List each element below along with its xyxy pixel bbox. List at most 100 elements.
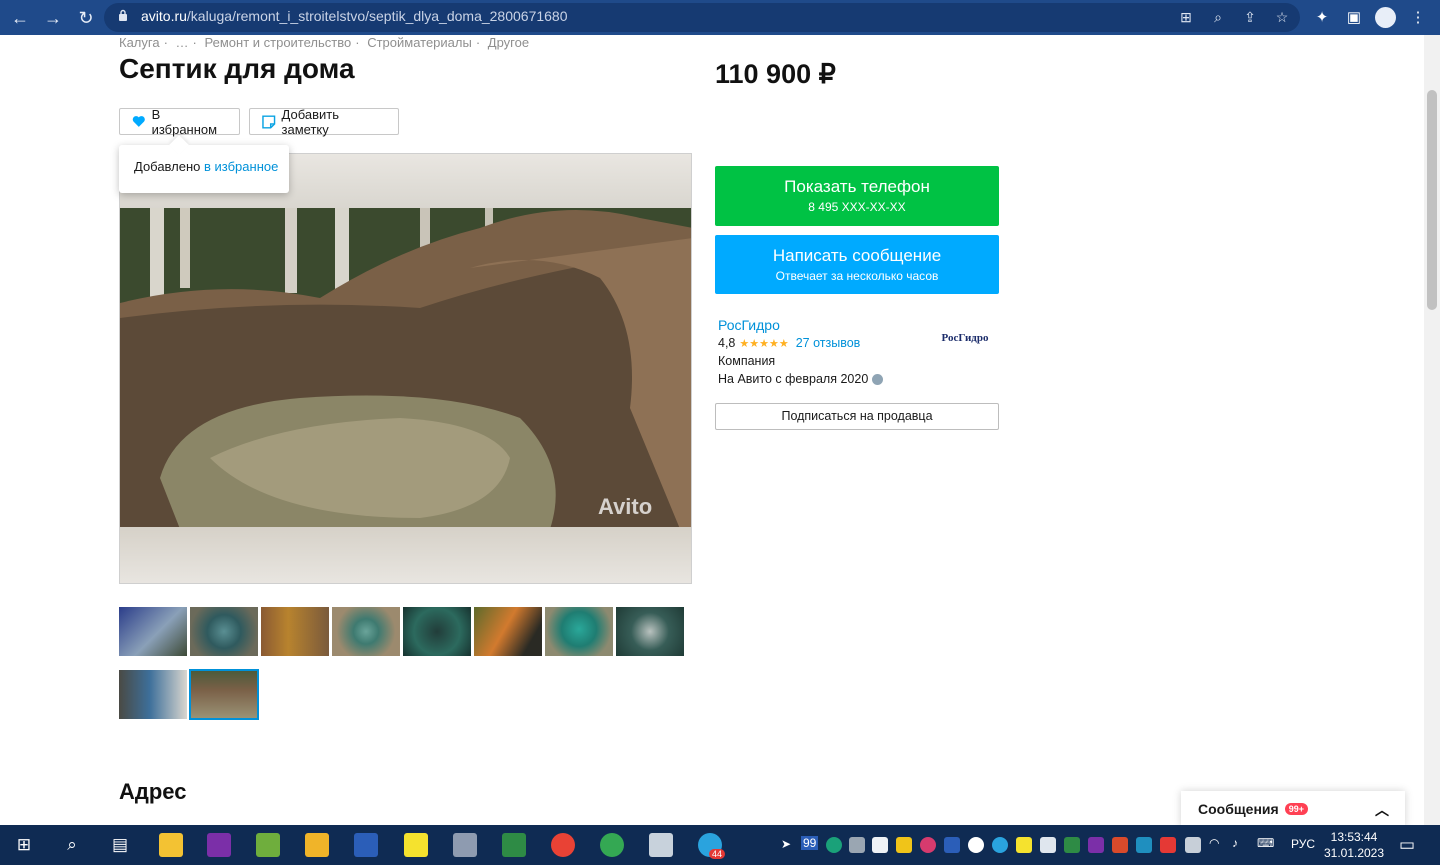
page-content: Калуга · … · Ремонт и строительство · Строй… [0,35,1424,825]
screenshot-icon[interactable] [944,837,960,853]
seller-logo[interactable]: РосГидро [932,321,998,355]
document-icon[interactable] [872,837,888,853]
sticky-tray-icon[interactable] [1016,837,1032,853]
clock-date: 31.01.2023 [1323,846,1385,860]
breadcrumb-item-subcategory[interactable]: Стройматериалы [367,35,472,50]
address-heading: Адрес [119,779,187,804]
thumbnail-6[interactable] [474,607,542,656]
breadcrumb-item-other[interactable]: Другое [488,35,529,50]
breadcrumb-item-city[interactable]: Калуга [119,35,160,50]
thumbnail-7[interactable] [545,607,613,656]
tool-icon[interactable] [1112,837,1128,853]
thumbnail-2[interactable] [190,607,258,656]
seller-type: Компания [718,354,776,368]
search-icon[interactable]: ⌕ [60,833,84,857]
add-note-button[interactable]: Добавить заметку [249,106,399,137]
favorite-button[interactable]: В избранном [119,107,240,137]
telegram-tray-icon[interactable]: ➤ [781,837,791,851]
rating-stars-icon: ★★★★★ [739,337,789,350]
windows-start-icon[interactable]: ⊞ [12,833,36,857]
photo-gallery[interactable]: Avito [119,153,692,584]
sidebar-icon[interactable]: ▣ [1344,8,1364,28]
star-icon[interactable]: ☆ [1273,8,1291,26]
forward-arrow-icon[interactable]: → [41,6,65,30]
thumbnail-3[interactable] [261,607,329,656]
scroll-thumb[interactable] [1427,90,1437,310]
browser-toolbar: ← → ↻ avito.ru/kaluga/remont_i_stroitels… [0,0,1440,35]
messages-label: Сообщения [1198,801,1279,817]
messages-badge: 99+ [1284,803,1308,815]
shield-icon[interactable] [826,837,842,853]
subscribe-button[interactable]: Подписаться на продавца [715,403,999,430]
reviews-link[interactable]: 27 отзывов [796,336,861,350]
notes-tray-icon[interactable] [896,837,912,853]
reload-icon[interactable]: ↻ [74,6,98,30]
menu-icon[interactable]: ⋮ [1408,8,1428,28]
notifications-icon[interactable]: ▭ [1395,833,1419,857]
main-photo[interactable] [120,208,692,529]
system-clock[interactable]: 13:53:44 31.01.2023 [1322,829,1386,861]
thumbnail-9[interactable] [119,670,187,719]
breadcrumb-item-ellipsis[interactable]: … [176,35,189,50]
translate-icon[interactable]: ⊞ [1177,8,1195,26]
wifi-icon[interactable]: ◠ [1209,836,1219,850]
add-note-label: Добавить заметку [281,106,339,137]
seller-name-link[interactable]: РосГидро [718,317,780,333]
battery-icon[interactable] [1185,837,1201,853]
back-arrow-icon[interactable]: ← [8,6,32,30]
profile-icon[interactable] [1375,7,1396,28]
note-icon [262,114,276,129]
share-icon[interactable]: ⇪ [1241,8,1259,26]
chrome-profile-icon[interactable] [600,833,624,857]
target-icon[interactable] [920,837,936,853]
url-text[interactable]: avito.ru/kaluga/remont_i_stroitelstvo/se… [141,8,568,24]
chevron-up-icon[interactable]: ︿ [1375,800,1389,820]
tray-counter[interactable]: 99 [801,836,819,850]
sync-icon[interactable] [1064,837,1080,853]
notepad-plus-icon[interactable] [256,833,280,857]
telegram-tray-icon-2[interactable] [992,837,1008,853]
window-icon[interactable] [1040,837,1056,853]
chrome-icon[interactable] [551,833,575,857]
spreadsheet-icon[interactable] [502,833,526,857]
task-view-icon[interactable]: ▤ [108,833,132,857]
lock-icon[interactable] [118,9,128,21]
thumbnail-4[interactable] [332,607,400,656]
monitor-icon[interactable] [849,837,865,853]
phone-number: 8 495 XXX-XX-XX [808,200,906,214]
word-icon[interactable] [354,833,378,857]
thumbnail-1[interactable] [119,607,187,656]
taskbar: ⊞ ⌕ ▤ 44 ➤ 99 ◠ ♪ ⌨ РУС 13:53:44 31.01.2… [0,825,1440,865]
clock-time: 13:53:44 [1330,830,1378,844]
sticky-notes-icon[interactable] [404,833,428,857]
zoom-icon[interactable]: ⌕ [1209,8,1227,26]
thumbnail-5[interactable] [403,607,471,656]
keyboard-icon[interactable]: ⌨ [1257,836,1274,850]
skype-icon[interactable] [968,837,984,853]
breadcrumb-item-category[interactable]: Ремонт и строительство [205,35,352,50]
page-scrollbar[interactable] [1424,35,1440,825]
thumbnail-8[interactable] [616,607,684,656]
telegram-badge: 44 [709,849,726,859]
page-title: Септик для дома [119,53,355,84]
onenote-tray-icon[interactable] [1088,837,1104,853]
messages-widget[interactable]: Сообщения 99+ ︿ [1181,791,1405,825]
tooltip-favorites-link[interactable]: в избранное [204,159,278,174]
show-phone-label: Показать телефон [784,177,930,196]
language-indicator[interactable]: РУС [1291,837,1315,851]
avito-watermark: Avito [598,494,653,519]
breadcrumb: Калуга · … · Ремонт и строительство · Строй… [119,35,530,50]
file-explorer-icon[interactable] [305,833,329,857]
app-icon[interactable] [453,833,477,857]
volume-icon[interactable]: ♪ [1232,836,1238,850]
calculator-icon[interactable] [649,833,673,857]
onenote-icon[interactable] [207,833,231,857]
app-tray-icon[interactable] [1160,837,1176,853]
fx-icon[interactable] [1136,837,1152,853]
thumbnail-10[interactable] [189,669,259,720]
extensions-icon[interactable]: ✦ [1312,8,1332,28]
write-message-button[interactable]: Написать сообщение Отвечает за несколько… [715,235,999,294]
notes-app-icon[interactable] [159,833,183,857]
seller-since-text: На Авито с февраля 2020 [718,372,869,386]
show-phone-button[interactable]: Показать телефон 8 495 XXX-XX-XX [715,166,999,226]
